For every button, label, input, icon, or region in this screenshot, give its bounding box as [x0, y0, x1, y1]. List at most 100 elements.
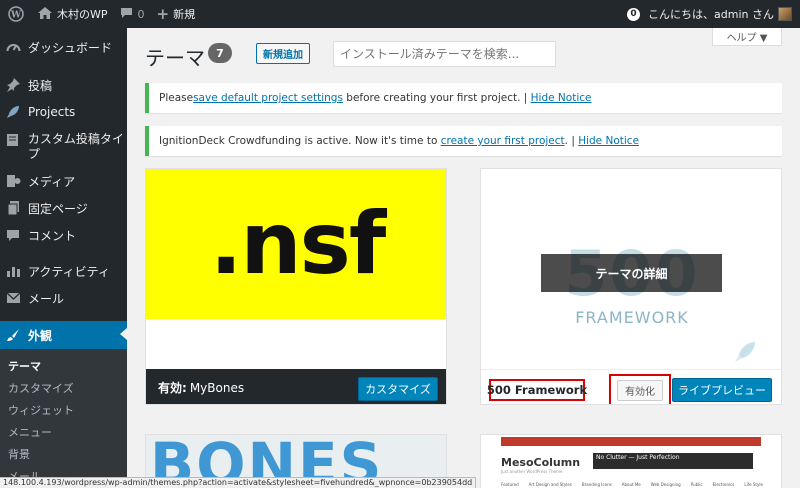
- link-text: Web Designing: [650, 482, 681, 487]
- sidebar-item-dashboard[interactable]: ダッシュボード: [0, 34, 127, 60]
- svg-text:W: W: [10, 11, 22, 21]
- sidebar-item-label: 投稿: [28, 78, 53, 93]
- ignitiondeck-notice: IgnitionDeck Crowdfunding is active. Now…: [145, 126, 782, 156]
- hide-notice-link[interactable]: Hide Notice: [531, 92, 592, 104]
- submenu-item-background[interactable]: 背景: [8, 446, 30, 462]
- submenu-item-customize[interactable]: カスタマイズ: [8, 380, 74, 396]
- sidebar-item-label: カスタム投稿タイプ: [27, 132, 124, 161]
- theme-actions-bar: 500 Framework 有効化 ライブプレビュー: [481, 369, 781, 404]
- link-text: Public: [690, 482, 703, 487]
- rocket-icon: [734, 341, 756, 368]
- site-name-link[interactable]: 木村のWP: [32, 0, 114, 28]
- comment-icon: [5, 227, 21, 243]
- browser-status-url: 148.100.4.193/wordpress/wp-admin/themes.…: [0, 477, 477, 488]
- hide-notice-link[interactable]: Hide Notice: [578, 135, 639, 147]
- nav-text: Home: [504, 448, 516, 453]
- sidebar-item-label: メディア: [28, 174, 76, 189]
- screenshot-word: FRAMEWORK: [575, 308, 689, 327]
- sidebar-item-label: 固定ページ: [28, 201, 88, 216]
- sidebar-item-activity[interactable]: アクティビティ: [0, 258, 127, 284]
- theme-card-500-framework[interactable]: 500 FRAMEWORK テーマの詳細 500 Framework 有効化 ラ…: [480, 168, 782, 405]
- screenshot-nav: Home Community Page Templates Topics Sup…: [501, 437, 761, 453]
- new-label: 新規: [173, 8, 196, 21]
- add-new-theme-button[interactable]: 新規追加: [256, 43, 310, 64]
- activity-icon: [5, 263, 21, 279]
- pin-icon: [5, 77, 21, 93]
- comments-count: 0: [137, 7, 145, 21]
- sidebar-item-media[interactable]: メディア: [0, 168, 127, 194]
- notice-text: Please: [159, 92, 194, 104]
- theme-card-mybones[interactable]: .nsf 有効: MyBones カスタマイズ: [145, 168, 447, 405]
- sidebar-item-label: ダッシュボード: [28, 40, 113, 55]
- appearance-submenu: テーマ カスタマイズ ウィジェット メニュー 背景 メール: [0, 349, 127, 488]
- help-tab-button[interactable]: ヘルプ ▼: [712, 28, 782, 46]
- customize-button[interactable]: カスタマイズ: [358, 377, 438, 401]
- theme-count-badge: 7: [208, 43, 232, 63]
- link-text: About Me: [621, 482, 641, 487]
- comments-link[interactable]: 0: [114, 0, 151, 28]
- activate-highlight: 有効化: [609, 374, 671, 404]
- mail-icon: [5, 290, 21, 306]
- activate-button[interactable]: 有効化: [617, 380, 663, 401]
- admin-bar: W 木村のWP 0 + 新規 0 こんにちは、admin さん: [0, 0, 800, 28]
- avatar[interactable]: [778, 7, 792, 21]
- sidebar-item-projects[interactable]: Projects: [0, 99, 127, 125]
- document-icon: [5, 132, 21, 148]
- notice-text: IgnitionDeck Crowdfunding is active. Now…: [159, 135, 441, 147]
- nsf-logo-text: .nsf: [209, 194, 386, 294]
- sidebar-item-label: メール: [28, 291, 65, 306]
- mesocolumn-tagline: Just another WordPress Theme: [501, 469, 563, 474]
- live-preview-button[interactable]: ライブプレビュー: [672, 378, 772, 402]
- submenu-item-widgets[interactable]: ウィジェット: [8, 402, 74, 418]
- create-first-project-link[interactable]: create your first project: [441, 135, 565, 147]
- sidebar-item-mail[interactable]: メール: [0, 285, 127, 311]
- home-icon: [38, 6, 52, 22]
- submenu-item-menus[interactable]: メニュー: [8, 424, 52, 440]
- link-text: Art Design and Styles: [528, 482, 572, 487]
- theme-details-button[interactable]: テーマの詳細: [541, 254, 722, 292]
- link-text: Featured: [501, 482, 519, 487]
- sidebar-item-pages[interactable]: 固定ページ: [0, 195, 127, 221]
- link-text: Branding Icons: [581, 482, 612, 487]
- nav-text: Community: [526, 448, 551, 453]
- theme-screenshot[interactable]: .nsf: [146, 169, 446, 319]
- mesocolumn-logo: MesoColumn: [501, 456, 581, 469]
- wordpress-logo-icon[interactable]: W: [0, 0, 32, 28]
- theme-screenshot[interactable]: 500 FRAMEWORK テーマの詳細: [481, 169, 781, 369]
- notice-text: before creating your first project. |: [342, 92, 531, 104]
- project-settings-notice: Please save default project settings bef…: [145, 83, 782, 113]
- sidebar-item-custom-post-types[interactable]: カスタム投稿タイプ: [0, 128, 127, 164]
- sidebar-item-label: アクティビティ: [28, 264, 110, 279]
- site-name: 木村のWP: [57, 8, 108, 21]
- link-text: Electronics: [712, 482, 735, 487]
- nav-text: Page Templates: [561, 448, 593, 453]
- account-greeting[interactable]: こんにちは、admin さん: [648, 6, 774, 22]
- search-themes-input[interactable]: [333, 41, 556, 67]
- link-text: Life Style: [744, 482, 763, 487]
- admin-sidebar: ダッシュボード 投稿 Projects カスタム投稿タイプ メディア 固定ページ…: [0, 28, 127, 488]
- mesocolumn-banner: No Clutter — Just Perfection: [593, 453, 753, 469]
- sidebar-item-posts[interactable]: 投稿: [0, 72, 127, 98]
- dashboard-icon: [5, 39, 21, 55]
- sidebar-item-label: Projects: [28, 105, 76, 119]
- notifications-badge[interactable]: 0: [627, 7, 641, 21]
- comment-bubble-icon: [120, 7, 133, 22]
- new-content-link[interactable]: + 新規: [151, 0, 202, 28]
- rocket-icon: [5, 104, 21, 120]
- mesocolumn-links: Featured Art Design and Styles Branding …: [501, 482, 763, 487]
- sidebar-item-comments[interactable]: コメント: [0, 222, 127, 248]
- save-default-settings-link[interactable]: save default project settings: [193, 92, 343, 104]
- sidebar-item-appearance[interactable]: 外観: [0, 321, 127, 349]
- media-icon: [5, 173, 21, 189]
- submenu-item-themes[interactable]: テーマ: [8, 358, 41, 374]
- page-icon: [5, 200, 21, 216]
- active-label: 有効:: [158, 381, 187, 395]
- sidebar-item-label: コメント: [28, 228, 77, 243]
- active-theme-bar: 有効: MyBones カスタマイズ: [146, 369, 446, 404]
- theme-card-mesocolumn[interactable]: Home Community Page Templates Topics Sup…: [480, 434, 782, 488]
- brush-icon: [5, 327, 21, 343]
- sidebar-item-label: 外観: [28, 328, 53, 343]
- notice-text: . |: [564, 135, 579, 147]
- theme-name: MyBones: [189, 380, 245, 395]
- plus-icon: +: [156, 5, 170, 23]
